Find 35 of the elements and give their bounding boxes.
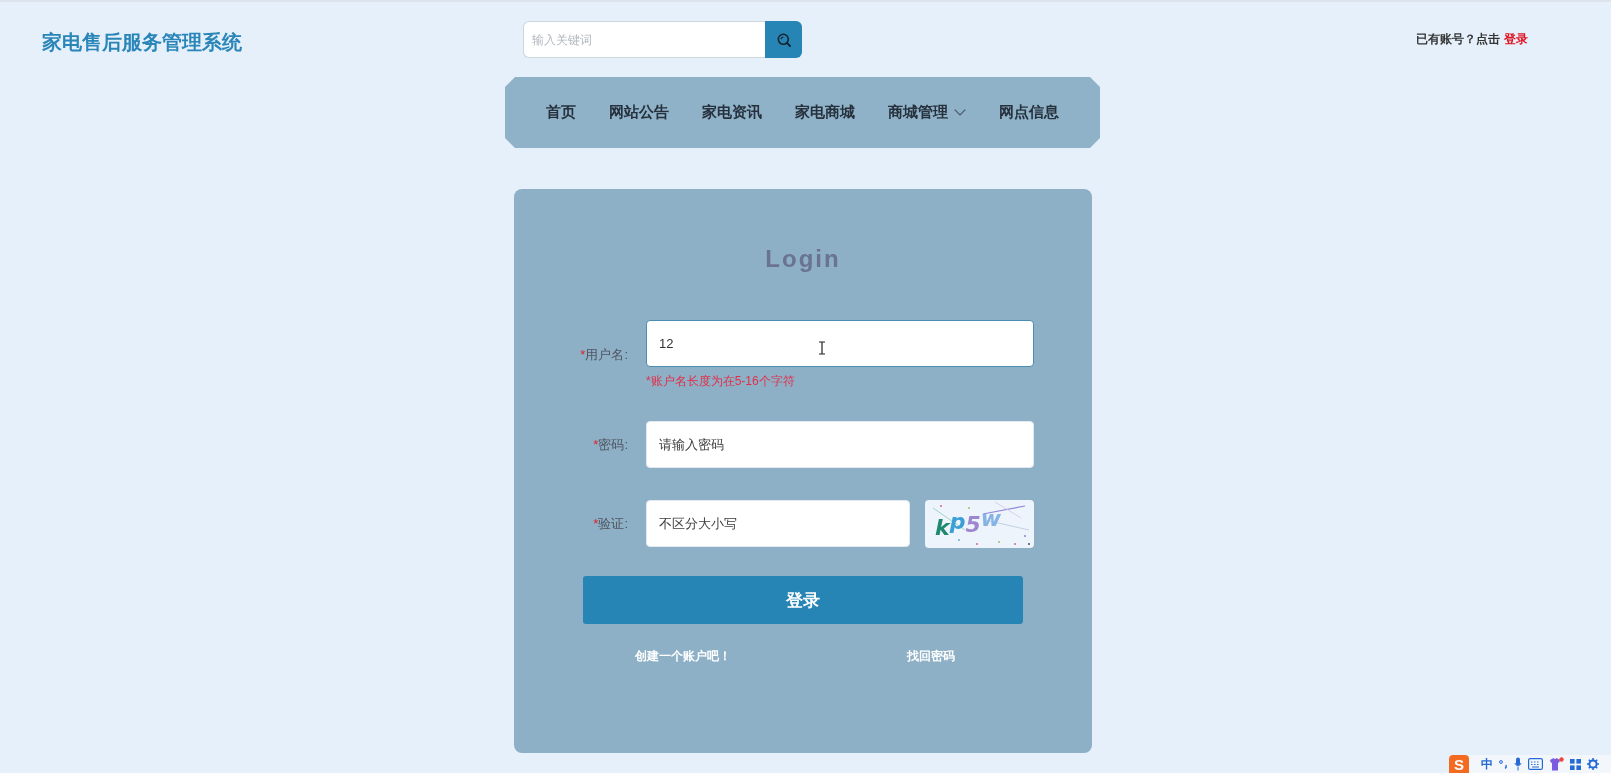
captcha-image[interactable]: kp5w (925, 500, 1034, 548)
error-message: *账户名长度为在5-16个字符 (646, 373, 796, 389)
field-label: 用户名: (585, 346, 628, 362)
required-mark: * (593, 516, 599, 531)
required-mark: * (593, 436, 599, 452)
field-label: 验证: (598, 516, 628, 531)
gear-icon[interactable] (1587, 758, 1599, 770)
username-field[interactable]: 12 (646, 320, 1034, 367)
chevron-down-icon (954, 109, 966, 116)
site-title: 家电售后服务管理系统 (42, 31, 242, 53)
login-title: Login (764, 245, 842, 273)
grid-icon[interactable] (1570, 758, 1581, 770)
input-mode-toggle[interactable]: 中 (1481, 755, 1493, 773)
search-button[interactable] (765, 21, 802, 58)
password-field[interactable]: 请输入密码 (646, 421, 1034, 468)
account-prompt: 已有账号？点击 (1416, 31, 1500, 48)
search-field[interactable]: 输入关键词 (523, 21, 765, 58)
microphone-icon[interactable] (1514, 757, 1522, 771)
login-link[interactable]: 登录 (1504, 31, 1528, 48)
nav-link[interactable]: 家电商城 (795, 103, 855, 122)
field-label: 密码: (598, 436, 628, 452)
nav-link[interactable]: 首页 (546, 103, 576, 122)
ime-logo[interactable]: S (1449, 755, 1469, 773)
shirt-icon[interactable] (1549, 757, 1564, 771)
nav-link[interactable]: 网点信息 (999, 103, 1059, 122)
text-cursor-icon (818, 341, 826, 355)
login-button[interactable]: 登录 (583, 576, 1023, 624)
nav-dropdown[interactable]: 商城管理 (888, 103, 966, 122)
keyboard-icon[interactable] (1528, 758, 1543, 770)
nav-link[interactable]: 网站公告 (609, 103, 669, 122)
captcha-field[interactable]: 不区分大小写 (646, 500, 910, 547)
punctuation-icon[interactable] (1499, 759, 1508, 769)
required-mark: * (580, 346, 586, 362)
nav-link[interactable]: 家电资讯 (702, 103, 762, 122)
search-icon (776, 32, 791, 47)
